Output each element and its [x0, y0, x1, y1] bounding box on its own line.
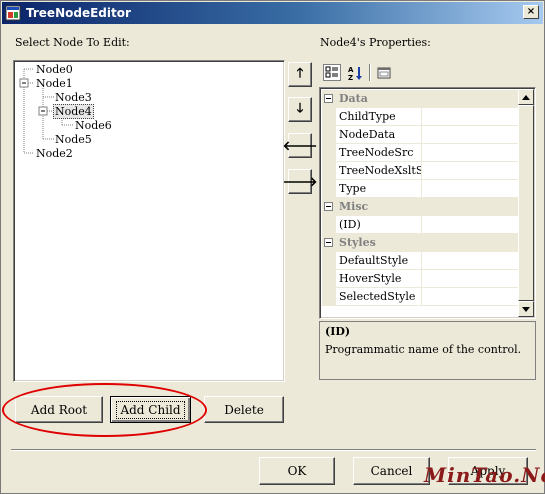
- watermark: MinTao.Net: [424, 463, 545, 487]
- tree-node-editor-window: TreeNodeEditor × Select Node To Edit: No…: [0, 0, 545, 494]
- property-description-pane: (ID) Programmatic name of the control.: [319, 321, 536, 380]
- property-value[interactable]: [422, 162, 520, 180]
- svg-text:A: A: [348, 66, 354, 74]
- property-pages-button[interactable]: [375, 64, 393, 81]
- property-row[interactable]: SelectedStyle: [322, 288, 520, 306]
- property-value[interactable]: [422, 108, 520, 126]
- move-right-button[interactable]: 🡒: [283, 169, 317, 194]
- properties-label: Node4's Properties:: [320, 36, 431, 49]
- property-row[interactable]: DefaultStyle: [322, 252, 520, 270]
- property-value[interactable]: [422, 270, 520, 288]
- scroll-down-button[interactable]: [518, 301, 534, 317]
- property-grid-toolbar: A Z: [319, 61, 534, 85]
- description-text: Programmatic name of the control.: [325, 343, 522, 356]
- description-title: (ID): [325, 325, 351, 338]
- tree-node-node3[interactable]: Node3: [54, 91, 93, 104]
- tree-node-node5[interactable]: Node5: [54, 133, 93, 146]
- move-up-button[interactable]: 🡑: [288, 62, 312, 87]
- property-grid[interactable]: Data ChildType NodeData TreeNodeSrc Tree…: [319, 87, 536, 319]
- category-misc[interactable]: Misc: [322, 198, 520, 216]
- collapse-icon[interactable]: [324, 202, 333, 211]
- node-tree-view[interactable]: Node0 Node1 Node3 Node4 Node6 Node5 Node…: [13, 60, 285, 382]
- close-button[interactable]: ×: [523, 5, 539, 19]
- property-value[interactable]: [422, 180, 520, 198]
- move-down-button[interactable]: 🡓: [288, 97, 312, 122]
- category-data[interactable]: Data: [322, 90, 520, 108]
- collapse-icon[interactable]: [324, 238, 333, 247]
- cancel-button[interactable]: Cancel: [353, 457, 430, 485]
- property-value[interactable]: [422, 144, 520, 162]
- categorized-icon: [325, 66, 338, 78]
- tree-node-node6[interactable]: Node6: [74, 119, 113, 132]
- collapse-toggle-node4[interactable]: [38, 106, 48, 116]
- collapse-toggle-node1[interactable]: [19, 78, 29, 88]
- property-value[interactable]: [422, 252, 520, 270]
- property-grid-scrollbar[interactable]: [518, 89, 534, 317]
- property-value[interactable]: [422, 126, 520, 144]
- property-value[interactable]: [422, 216, 520, 234]
- category-styles[interactable]: Styles: [322, 234, 520, 252]
- property-row[interactable]: TreeNodeSrc: [322, 144, 520, 162]
- scroll-up-icon: [522, 94, 530, 100]
- tree-node-node0[interactable]: Node0: [35, 63, 74, 76]
- select-node-label: Select Node To Edit:: [15, 36, 130, 49]
- delete-button[interactable]: Delete: [204, 396, 284, 423]
- annotation-ellipse: [2, 383, 207, 437]
- property-row[interactable]: NodeData: [322, 126, 520, 144]
- window-title: TreeNodeEditor: [26, 6, 131, 20]
- toolbar-separator: [369, 64, 371, 81]
- collapse-icon[interactable]: [324, 94, 333, 103]
- alphabetical-icon: A Z: [348, 66, 362, 81]
- tree-node-node2[interactable]: Node2: [35, 147, 74, 160]
- property-row[interactable]: HoverStyle: [322, 270, 520, 288]
- app-icon: [5, 5, 21, 21]
- property-pages-icon: [377, 67, 391, 78]
- property-row-id[interactable]: (ID): [322, 216, 520, 234]
- arrow-left-icon: 🡐: [282, 138, 318, 154]
- ok-button[interactable]: OK: [259, 457, 335, 485]
- categorized-button[interactable]: [323, 64, 341, 81]
- scroll-thumb[interactable]: [518, 105, 534, 301]
- tree-node-node1[interactable]: Node1: [35, 77, 74, 90]
- property-row[interactable]: ChildType: [322, 108, 520, 126]
- alphabetical-button[interactable]: A Z: [346, 64, 364, 81]
- arrow-down-icon: 🡓: [296, 100, 304, 116]
- title-bar[interactable]: TreeNodeEditor ×: [2, 2, 543, 24]
- property-row[interactable]: Type: [322, 180, 520, 198]
- move-left-button[interactable]: 🡐: [283, 133, 317, 158]
- tree-node-node4[interactable]: Node4: [53, 104, 94, 119]
- svg-text:Z: Z: [348, 74, 353, 81]
- property-row[interactable]: TreeNodeXsltSrc: [322, 162, 520, 180]
- scroll-up-button[interactable]: [518, 89, 534, 105]
- arrow-right-icon: 🡒: [282, 174, 318, 190]
- arrow-up-icon: 🡑: [296, 65, 304, 81]
- footer-divider: [11, 449, 536, 451]
- property-value[interactable]: [422, 288, 520, 306]
- close-icon: ×: [526, 6, 536, 17]
- scroll-down-icon: [522, 306, 530, 312]
